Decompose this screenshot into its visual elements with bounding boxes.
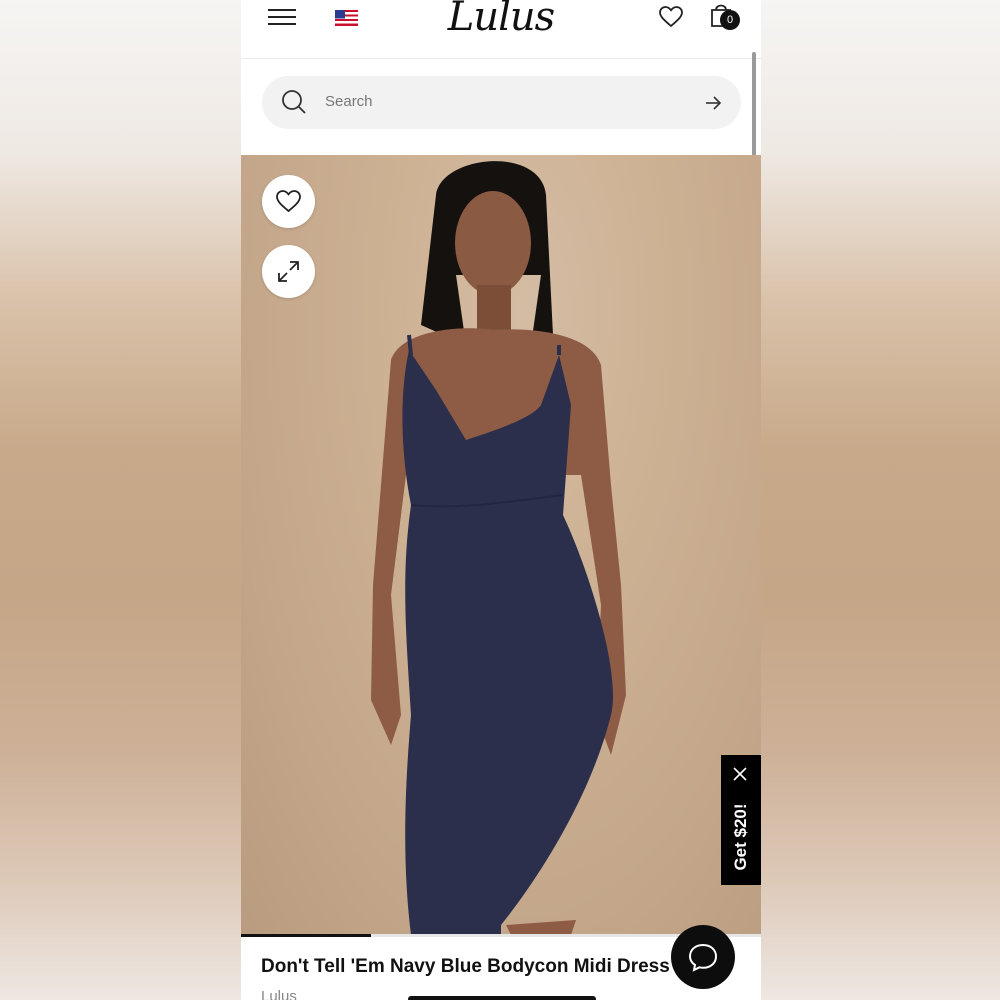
heart-icon[interactable]: [658, 4, 684, 30]
site-header: Lulus 0: [241, 0, 761, 58]
promo-label[interactable]: Get $20!: [721, 782, 761, 892]
product-image[interactable]: [241, 155, 761, 935]
expand-icon: [278, 261, 299, 282]
brand-logo[interactable]: Lulus: [441, 0, 561, 48]
cart-count-badge: 0: [720, 10, 740, 30]
header-divider: [241, 58, 761, 59]
flag-icon[interactable]: [335, 10, 358, 26]
model-photo: [371, 161, 626, 935]
expand-image-button[interactable]: [262, 245, 315, 298]
product-title: Don't Tell 'Em Navy Blue Bodycon Midi Dr…: [261, 956, 670, 977]
menu-icon[interactable]: [268, 6, 296, 28]
chat-button[interactable]: [671, 925, 735, 989]
search-icon: [282, 90, 306, 114]
search-input[interactable]: Search: [325, 93, 373, 110]
chat-icon: [688, 943, 718, 972]
favorite-button[interactable]: [262, 175, 315, 228]
promo-tab[interactable]: Get $20!: [721, 755, 761, 885]
close-icon[interactable]: [733, 767, 747, 781]
gallery-progress-fill: [241, 934, 371, 937]
heart-icon: [276, 190, 301, 213]
arrow-right-icon[interactable]: [704, 94, 722, 112]
mobile-viewport: Lulus 0 Search Get $20! Don't Tell 'Em N…: [241, 0, 761, 1000]
search-bar[interactable]: Search: [262, 76, 741, 129]
home-indicator: [408, 996, 596, 1000]
product-brand[interactable]: Lulus: [261, 988, 297, 1000]
